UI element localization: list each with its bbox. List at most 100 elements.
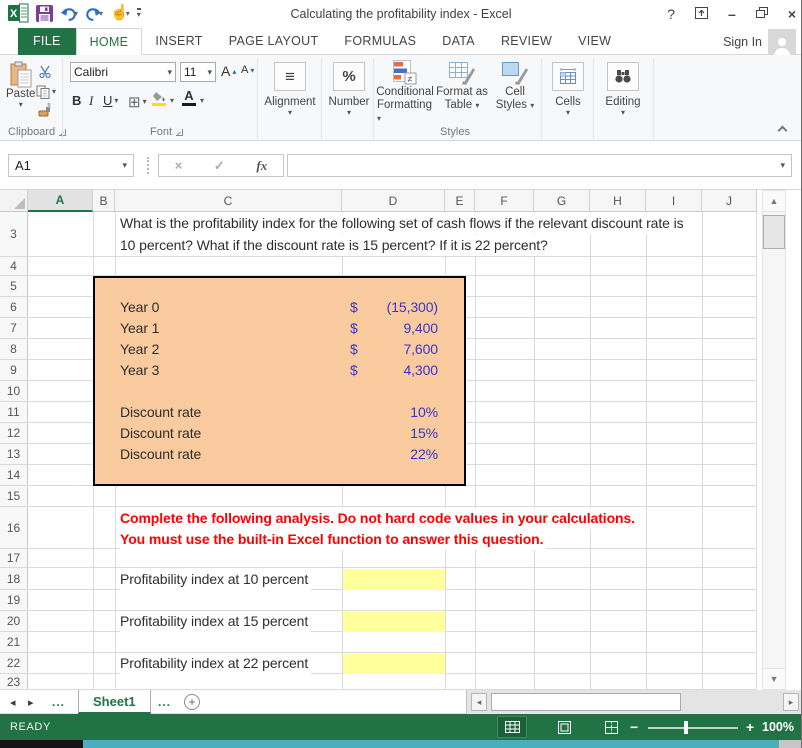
scroll-up-button[interactable]: ▲ (763, 191, 785, 212)
cell-styles-button[interactable]: Cell Styles ▾ (491, 60, 539, 112)
name-box[interactable]: A1 ▾ (8, 154, 134, 177)
ribbon-display-options-icon[interactable] (695, 7, 708, 21)
zoom-level[interactable]: 100% (762, 714, 794, 740)
zoom-out-button[interactable]: − (630, 714, 638, 740)
horizontal-scrollbar[interactable]: ◂ ▸ (466, 690, 802, 714)
help-icon[interactable]: ? (667, 7, 675, 21)
sheet-list-left-ellipsis[interactable]: ... (52, 690, 65, 714)
row-header-9[interactable]: 9 (0, 360, 28, 380)
fill-color-dropdown-icon[interactable]: ▾ (170, 97, 174, 105)
tab-file[interactable]: FILE (18, 28, 76, 55)
row-header-19[interactable]: 19 (0, 590, 28, 610)
excel-app-icon[interactable]: X (8, 3, 29, 23)
copy-button[interactable]: ▾ (36, 85, 56, 99)
row-header-15[interactable]: 15 (0, 486, 28, 506)
cell-question-line1[interactable]: What is the profitability index for the … (120, 213, 687, 234)
format-as-table-button[interactable]: Format as Table ▾ (435, 60, 489, 112)
row-header-17[interactable]: 17 (0, 549, 28, 567)
minimize-icon[interactable]: – (728, 7, 736, 21)
paste-button[interactable]: Paste ▾ (6, 61, 35, 109)
column-header-d[interactable]: D (342, 190, 445, 212)
customize-qat-icon[interactable]: ▾ (137, 8, 141, 18)
cancel-entry-icon[interactable]: × (175, 158, 183, 173)
alignment-button[interactable]: ≡ Alignment ▾ (263, 62, 317, 117)
avatar[interactable] (768, 29, 796, 55)
row-header-22[interactable]: 22 (0, 653, 28, 673)
column-header-b[interactable]: B (93, 190, 115, 212)
row-header-20[interactable]: 20 (0, 611, 28, 631)
editing-dropdown-icon[interactable]: ▾ (621, 109, 625, 117)
tab-insert[interactable]: INSERT (142, 28, 215, 55)
answer-input-cell-15-percent[interactable] (343, 612, 445, 632)
underline-button[interactable]: U ▾ (103, 93, 118, 108)
font-dialog-launcher-icon[interactable] (176, 129, 183, 136)
row-header-3[interactable]: 3 (0, 212, 28, 256)
column-header-e[interactable]: E (445, 190, 475, 212)
formula-input[interactable]: ▾ (287, 154, 792, 177)
cell-analysis-label[interactable]: Profitability index at 22 percent (120, 653, 311, 674)
normal-view-button[interactable] (497, 716, 527, 738)
page-layout-view-button[interactable] (549, 716, 579, 738)
column-header-j[interactable]: J (702, 190, 757, 212)
conditional-formatting-button[interactable]: ≠ Conditional Formatting ▾ (377, 60, 433, 125)
cell-question-line2[interactable]: 10 percent? What if the discount rate is… (120, 235, 551, 256)
number-button[interactable]: % Number ▾ (325, 62, 373, 117)
sheet-list-right-ellipsis[interactable]: ... (158, 690, 171, 714)
horizontal-scrollbar-thumb[interactable] (491, 693, 681, 711)
confirm-entry-icon[interactable]: ✓ (214, 158, 225, 174)
format-as-table-dropdown-icon[interactable]: ▾ (475, 101, 479, 110)
vertical-scrollbar-thumb[interactable] (763, 215, 785, 249)
row-header-14[interactable]: 14 (0, 465, 28, 485)
borders-button[interactable]: ⊞ ▾ (128, 93, 147, 111)
page-break-view-button[interactable] (596, 716, 626, 738)
row-header-13[interactable]: 13 (0, 444, 28, 464)
touch-mode-dropdown-icon[interactable]: ▾ (126, 9, 130, 18)
cell-analysis-label[interactable]: Profitability index at 10 percent (120, 569, 311, 590)
zoom-slider-thumb[interactable] (684, 721, 688, 734)
font-size-dropdown-icon[interactable]: ▾ (207, 67, 212, 78)
paste-dropdown-icon[interactable]: ▾ (19, 101, 23, 109)
underline-dropdown-icon[interactable]: ▾ (114, 97, 118, 105)
formula-bar-expand-icon[interactable]: ▾ (780, 160, 785, 171)
tab-home[interactable]: HOME (76, 28, 143, 55)
borders-dropdown-icon[interactable]: ▾ (143, 98, 147, 106)
close-icon[interactable]: × (788, 7, 796, 21)
format-painter-button[interactable] (38, 103, 52, 117)
font-size-combo[interactable]: 11▾ (180, 62, 216, 82)
save-button[interactable] (36, 5, 53, 22)
cells-button[interactable]: Cells ▾ (545, 62, 591, 117)
shrink-font-button[interactable]: A▾ (241, 64, 254, 76)
select-all-corner[interactable] (0, 190, 28, 212)
cell-styles-dropdown-icon[interactable]: ▾ (530, 101, 534, 110)
editing-button[interactable]: Editing ▾ (597, 62, 649, 117)
font-family-dropdown-icon[interactable]: ▾ (167, 67, 172, 78)
row-header-6[interactable]: 6 (0, 297, 28, 317)
tab-data[interactable]: DATA (429, 28, 488, 55)
row-header-23[interactable]: 23 (0, 674, 28, 689)
scroll-down-button[interactable]: ▼ (763, 668, 785, 689)
name-box-dropdown-icon[interactable]: ▾ (122, 160, 127, 171)
column-header-i[interactable]: I (646, 190, 702, 212)
column-header-g[interactable]: G (534, 190, 590, 212)
column-header-c[interactable]: C (115, 190, 342, 212)
column-header-a[interactable]: A (28, 190, 93, 212)
row-header-12[interactable]: 12 (0, 423, 28, 443)
zoom-in-button[interactable]: + (746, 714, 754, 740)
undo-button[interactable]: ▾ (60, 6, 78, 21)
restore-icon[interactable] (756, 7, 768, 21)
insert-function-icon[interactable]: fx (256, 158, 267, 174)
column-header-h[interactable]: H (590, 190, 646, 212)
cell-instruction-line1[interactable]: Complete the following analysis. Do not … (120, 508, 638, 529)
row-header-4[interactable]: 4 (0, 257, 28, 275)
sheet-nav-prev[interactable]: ◂ (10, 690, 16, 714)
scroll-left-button[interactable]: ◂ (471, 693, 487, 711)
vertical-scrollbar[interactable]: ▲ ▼ (762, 190, 786, 690)
sheet-nav-next[interactable]: ▸ (28, 690, 34, 714)
tab-review[interactable]: REVIEW (488, 28, 565, 55)
grow-font-button[interactable]: A▴ (221, 63, 236, 79)
tab-page-layout[interactable]: PAGE LAYOUT (216, 28, 332, 55)
conditional-formatting-dropdown-icon[interactable]: ▾ (377, 114, 381, 123)
cut-button[interactable] (38, 65, 52, 78)
zoom-slider-track[interactable] (648, 727, 738, 729)
font-family-combo[interactable]: Calibri▾ (70, 62, 176, 82)
